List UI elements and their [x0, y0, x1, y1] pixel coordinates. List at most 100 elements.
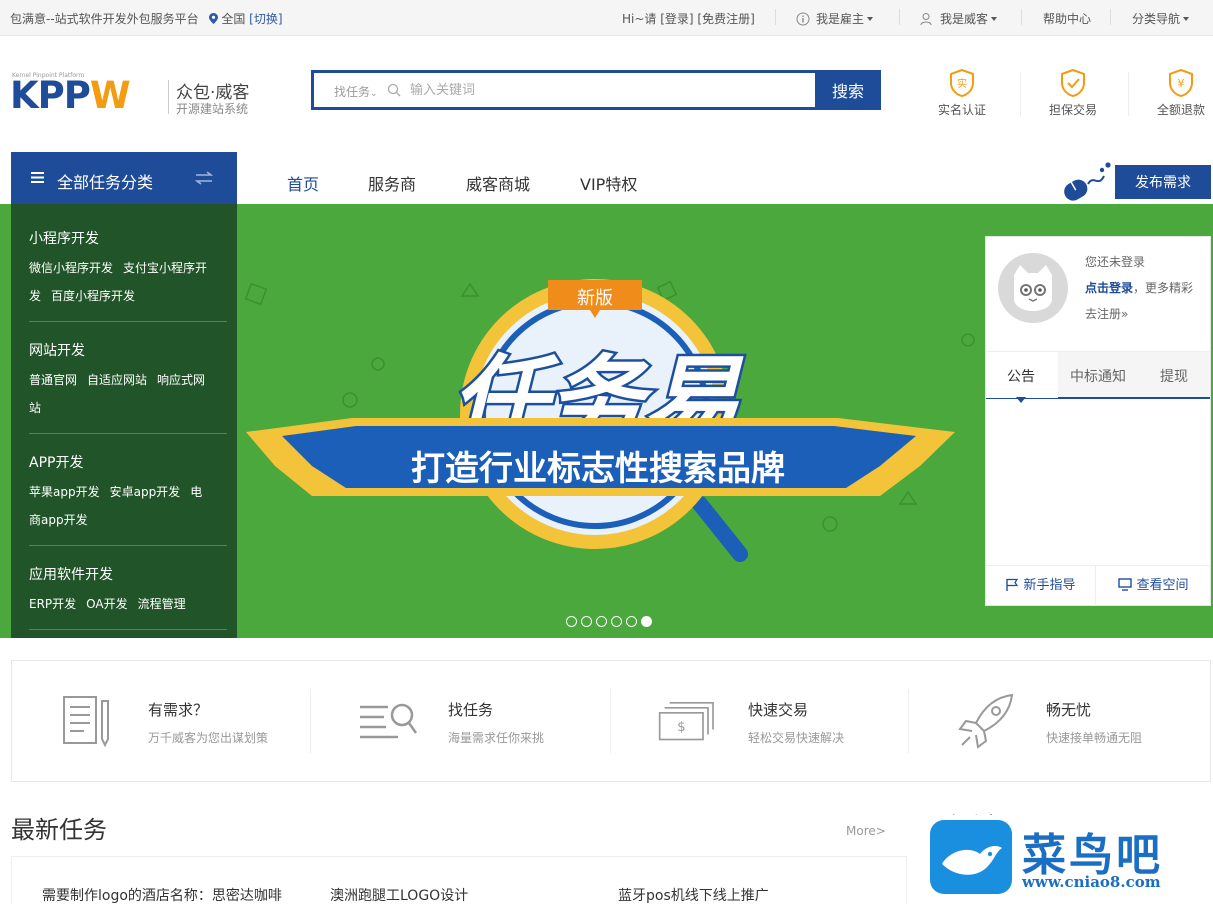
category-item[interactable]: 苹果app开发: [29, 485, 100, 499]
list-search-icon: [360, 703, 418, 739]
search-button[interactable]: 搜索: [815, 70, 881, 110]
category-item[interactable]: 安卓app开发: [110, 485, 181, 499]
category-item[interactable]: ERP开发: [29, 597, 76, 611]
view-space-link[interactable]: 查看空间: [1097, 566, 1210, 606]
task-list: 需要制作logo的酒店名称：思密达咖啡 澳洲跑腿工LOGO设计 蓝牙pos机线下…: [11, 856, 907, 904]
carousel-dot-active[interactable]: [641, 616, 652, 627]
avatar: [998, 253, 1068, 323]
guarantee-shield-icon: [1061, 68, 1085, 98]
category-item[interactable]: 发: [29, 289, 41, 303]
login-card: 您还未登录 点击登录，更多精彩 去注册» 公告 中标通知 提现 新手指导 查看空…: [985, 236, 1211, 606]
category-title[interactable]: 网站开发: [29, 340, 219, 360]
category-item[interactable]: 电: [190, 485, 202, 499]
category-item[interactable]: 百度小程序开发: [51, 289, 135, 303]
category-item[interactable]: 普通官网: [29, 373, 77, 387]
feature-item[interactable]: $ 快速交易 轻松交易快速解决: [612, 661, 912, 781]
freelancer-label: 我是威客: [940, 12, 989, 26]
site-slogan: 包满意--站式软件开发外包服务平台: [10, 12, 199, 26]
category-title[interactable]: 小程序开发: [29, 228, 219, 248]
feature-item[interactable]: 有需求？ 万千威客为您出谋划策: [12, 661, 312, 781]
freelancer-menu[interactable]: 我是威客: [920, 10, 998, 27]
swap-arrows-icon: [195, 171, 213, 185]
tab-winning-notice[interactable]: 中标通知: [1070, 366, 1126, 386]
user-icon: [920, 13, 932, 26]
publish-demand-button[interactable]: 发布需求: [1115, 165, 1211, 199]
cat-avatar-icon: [1014, 265, 1052, 311]
document-pen-icon: [63, 696, 109, 748]
search-scope-select[interactable]: 找任务⌄: [334, 83, 378, 100]
feature-title: 有需求？: [148, 701, 209, 719]
login-link[interactable]: 点击登录: [1085, 281, 1133, 295]
feature-desc: 快速接单畅通无阻: [1046, 731, 1143, 745]
category-item[interactable]: 商app开发: [29, 513, 88, 527]
feature-strip: 有需求？ 万千威客为您出谋划策 找任务 海量需求任你来挑 $ 快速交易 轻松交易…: [11, 660, 1211, 782]
svg-text:$: $: [677, 720, 685, 735]
category-title[interactable]: APP开发: [29, 452, 219, 472]
all-categories-toggle[interactable]: 全部任务分类: [11, 152, 237, 204]
more-link[interactable]: More>: [846, 824, 886, 838]
location-pin-icon: [208, 13, 218, 24]
nav-service-providers[interactable]: 服务商: [368, 171, 416, 195]
notice-tabs: 公告 中标通知 提现: [986, 351, 1210, 399]
badge-refund-label: 全额退款: [1156, 103, 1205, 117]
login-register-links[interactable]: Hi~请 [登录] [免费注册]: [622, 10, 755, 27]
carousel-dot[interactable]: [626, 616, 637, 627]
cash-icon: $: [658, 702, 714, 741]
category-group: 应用软件开发 ERP开发 OA开发 流程管理: [29, 564, 219, 618]
carousel-dots: [566, 616, 656, 628]
tab-withdraw[interactable]: 提现: [1160, 366, 1188, 386]
task-item[interactable]: 蓝牙pos机线下线上推广: [618, 885, 769, 904]
badge-guarantee-label: 担保交易: [1048, 103, 1097, 117]
category-item[interactable]: 响应式网: [157, 373, 205, 387]
tab-announcement[interactable]: 公告: [1007, 366, 1035, 386]
category-group: APP开发 苹果app开发 安卓app开发电商app开发: [29, 452, 219, 534]
logo-mark: KPPW: [10, 74, 131, 117]
badge-refund[interactable]: ¥ 全额退款: [1146, 68, 1213, 118]
category-item[interactable]: 流程管理: [138, 597, 186, 611]
category-item[interactable]: 站: [29, 401, 41, 415]
logo-subtitle: 开源建站系统: [176, 102, 249, 116]
carousel-dot[interactable]: [566, 616, 577, 627]
feature-item[interactable]: 找任务 海量需求任你来挑: [312, 661, 612, 781]
badge-guarantee[interactable]: 担保交易: [1038, 68, 1108, 118]
category-nav-menu[interactable]: 分类导航: [1132, 10, 1190, 27]
latest-tasks-heading: 最新任务: [11, 816, 107, 844]
svg-text:实: 实: [957, 77, 967, 90]
help-center-link[interactable]: 帮助中心: [1043, 10, 1091, 27]
flag-icon: [1006, 578, 1019, 591]
location-text: 全国: [221, 12, 246, 26]
top-bar-left: 包满意--站式软件开发外包服务平台 全国 [切换]: [10, 10, 283, 27]
carousel-dot[interactable]: [611, 616, 622, 627]
task-item[interactable]: 需要制作logo的酒店名称：思密达咖啡: [42, 885, 282, 904]
category-sidebar: 小程序开发 微信小程序开发 支付宝小程序开发百度小程序开发 网站开发 普通官网 自适…: [11, 204, 237, 638]
category-item[interactable]: 支付宝小程序开: [123, 261, 207, 275]
carousel-dot[interactable]: [596, 616, 607, 627]
carousel-dot[interactable]: [581, 616, 592, 627]
register-link[interactable]: 去注册»: [1085, 305, 1128, 322]
switch-location-link[interactable]: [切换]: [249, 12, 282, 26]
chevron-down-icon: [991, 17, 998, 21]
category-item[interactable]: OA开发: [86, 597, 127, 611]
search-icon: [387, 83, 401, 97]
category-group: 小程序开发 微信小程序开发 支付宝小程序开发百度小程序开发: [29, 228, 219, 310]
nav-mall[interactable]: 威客商城: [466, 171, 530, 195]
chevron-down-icon: [867, 17, 874, 21]
search-box: 找任务⌄ 搜索: [311, 70, 881, 110]
feature-item[interactable]: 畅无忧 快速接单畅通无阻: [910, 661, 1210, 781]
site-logo[interactable]: Kernel Pinpoint Platform KPPW 众包·威客 开源建站…: [10, 72, 255, 116]
category-title[interactable]: 应用软件开发: [29, 564, 219, 584]
refund-shield-icon: ¥: [1169, 68, 1193, 98]
category-item[interactable]: 自适应网站: [87, 373, 147, 387]
login-more-text: ，更多精彩: [1133, 281, 1194, 295]
nav-vip[interactable]: VIP特权: [580, 171, 637, 195]
top-bar: 包满意--站式软件开发外包服务平台 全国 [切换] Hi~请 [登录] [免费注…: [0, 0, 1213, 36]
category-item[interactable]: 微信小程序开发: [29, 261, 113, 275]
nav-home[interactable]: 首页: [287, 171, 319, 195]
employer-menu[interactable]: 我是雇主: [796, 10, 874, 27]
task-item[interactable]: 澳洲跑腿工LOGO设计: [330, 885, 468, 904]
badge-real-name[interactable]: 实 实名认证: [927, 68, 997, 118]
beginner-guide-link[interactable]: 新手指导: [986, 566, 1096, 606]
feature-desc: 轻松交易快速解决: [748, 731, 845, 745]
feature-title: 快速交易: [748, 701, 809, 719]
search-input[interactable]: [410, 77, 810, 103]
